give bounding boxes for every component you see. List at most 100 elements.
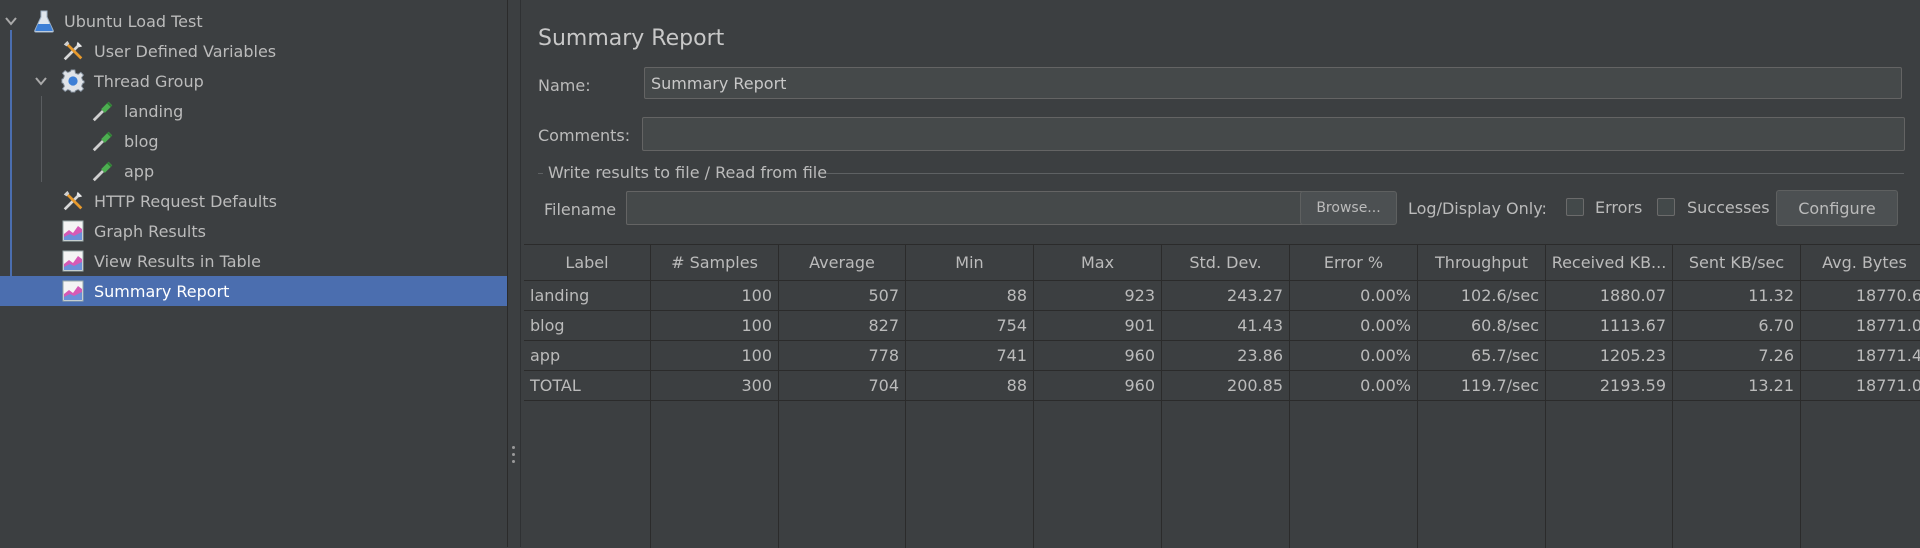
column-header-samples[interactable]: # Samples	[651, 245, 779, 281]
table-cell-avg-bytes: 18771.0	[1801, 371, 1920, 401]
tree-item-graph-results[interactable]: Graph Results	[0, 216, 507, 246]
table-cell-error-pct: 0.00%	[1290, 371, 1418, 401]
table-cell-throughput: 65.7/sec	[1418, 341, 1546, 371]
name-label: Name:	[538, 76, 591, 95]
tree-item-label: landing	[124, 101, 184, 121]
chart-icon	[61, 249, 85, 273]
name-field[interactable]	[644, 67, 1902, 99]
table-cell-error-pct: 0.00%	[1290, 341, 1418, 371]
summary-table: Label # Samples Average Min Max Std. Dev. Erro…	[524, 244, 1920, 548]
successes-checkbox[interactable]	[1657, 198, 1675, 216]
table-cell-max: 960	[1034, 341, 1162, 371]
log-display-only-label: Log/Display Only:	[1408, 199, 1547, 218]
table-cell-label: app	[524, 341, 651, 371]
column-header-error-pct[interactable]: Error %	[1290, 245, 1418, 281]
table-cell-received-kb: 1113.67	[1546, 311, 1673, 341]
table-cell-avg-bytes: 18771.4	[1801, 341, 1920, 371]
table-cell-min: 754	[906, 311, 1034, 341]
table-cell-samples: 100	[651, 341, 779, 371]
tree-item-user-defined-variables[interactable]: User Defined Variables	[0, 36, 507, 66]
tree-item-ubuntu-load-test[interactable]: Ubuntu Load Test	[0, 6, 507, 36]
column-header-average[interactable]: Average	[779, 245, 906, 281]
splitter-grip-dot	[512, 453, 515, 456]
table-cell-max: 901	[1034, 311, 1162, 341]
column-header-throughput[interactable]: Throughput	[1418, 245, 1546, 281]
column-header-received-kb[interactable]: Received KB...	[1546, 245, 1673, 281]
table-cell-sent-kb: 13.21	[1673, 371, 1801, 401]
errors-checkbox[interactable]	[1566, 198, 1584, 216]
chevron-down-icon[interactable]	[34, 74, 48, 88]
tree-item-label: Ubuntu Load Test	[64, 11, 203, 31]
table-cell-samples: 100	[651, 281, 779, 311]
column-header-max[interactable]: Max	[1034, 245, 1162, 281]
tree-item-label: HTTP Request Defaults	[94, 191, 277, 211]
table-cell-received-kb: 2193.59	[1546, 371, 1673, 401]
table-cell-label: TOTAL	[524, 371, 651, 401]
table-cell-average: 704	[779, 371, 906, 401]
table-cell-std-dev: 23.86	[1162, 341, 1290, 371]
tree-item-summary-report[interactable]: Summary Report	[0, 276, 507, 306]
tree-item-label: Thread Group	[94, 71, 204, 91]
tree-item-label: Graph Results	[94, 221, 206, 241]
table-cell-sent-kb: 6.70	[1673, 311, 1801, 341]
table-cell-avg-bytes: 18770.6	[1801, 281, 1920, 311]
table-cell-sent-kb: 7.26	[1673, 341, 1801, 371]
chevron-down-icon[interactable]	[4, 14, 18, 28]
test-plan-tree: Ubuntu Load Test User Defined Variables	[0, 0, 508, 547]
wrench-screwdriver-icon	[61, 39, 85, 63]
tree-item-app[interactable]: app	[0, 156, 507, 186]
group-title: Write results to file / Read from file	[548, 163, 828, 182]
panel-splitter[interactable]	[508, 0, 520, 547]
pipette-icon	[91, 159, 115, 183]
table-cell-average: 778	[779, 341, 906, 371]
table-cell-received-kb: 1205.23	[1546, 341, 1673, 371]
table-cell-received-kb: 1880.07	[1546, 281, 1673, 311]
errors-label: Errors	[1595, 198, 1643, 217]
tree-item-label: User Defined Variables	[94, 41, 277, 61]
group-border	[538, 173, 543, 174]
tree-item-http-request-defaults[interactable]: HTTP Request Defaults	[0, 186, 507, 216]
page-title: Summary Report	[538, 26, 725, 51]
table-cell-max: 923	[1034, 281, 1162, 311]
table-cell-std-dev: 243.27	[1162, 281, 1290, 311]
wrench-screwdriver-icon	[61, 189, 85, 213]
tree-item-blog[interactable]: blog	[0, 126, 507, 156]
table-cell-min: 88	[906, 371, 1034, 401]
table-cell-std-dev: 200.85	[1162, 371, 1290, 401]
tree-item-landing[interactable]: landing	[0, 96, 507, 126]
successes-label: Successes	[1687, 198, 1770, 217]
table-cell-samples: 300	[651, 371, 779, 401]
table-cell-sent-kb: 11.32	[1673, 281, 1801, 311]
group-border	[826, 173, 1904, 174]
chart-icon	[61, 279, 85, 303]
tree-item-label: View Results in Table	[94, 251, 261, 271]
column-header-sent-kb[interactable]: Sent KB/sec	[1673, 245, 1801, 281]
column-header-min[interactable]: Min	[906, 245, 1034, 281]
column-header-avg-bytes[interactable]: Avg. Bytes	[1801, 245, 1920, 281]
table-cell-label: landing	[524, 281, 651, 311]
tree-item-label: blog	[124, 131, 159, 151]
chart-icon	[61, 219, 85, 243]
table-cell-std-dev: 41.43	[1162, 311, 1290, 341]
splitter-grip-dot	[512, 460, 515, 463]
filename-field[interactable]	[626, 191, 1306, 225]
flask-icon	[32, 9, 56, 33]
pipette-icon	[91, 99, 115, 123]
column-header-label[interactable]: Label	[524, 245, 651, 281]
browse-button[interactable]: Browse...	[1300, 191, 1397, 225]
table-cell-error-pct: 0.00%	[1290, 311, 1418, 341]
splitter-grip-dot	[512, 446, 515, 449]
tree-item-thread-group[interactable]: Thread Group	[0, 66, 507, 96]
table-cell-samples: 100	[651, 311, 779, 341]
comments-label: Comments:	[538, 126, 631, 145]
table-cell-throughput: 119.7/sec	[1418, 371, 1546, 401]
table-cell-average: 507	[779, 281, 906, 311]
summary-report-panel: Summary Report Name: Comments: Write res…	[520, 0, 1920, 548]
table-cell-avg-bytes: 18771.0	[1801, 311, 1920, 341]
tree-item-view-results-in-table[interactable]: View Results in Table	[0, 246, 507, 276]
comments-field[interactable]	[642, 117, 1905, 151]
column-header-std-dev[interactable]: Std. Dev.	[1162, 245, 1290, 281]
configure-button[interactable]: Configure	[1776, 190, 1898, 226]
gear-icon	[61, 69, 85, 93]
table-cell-max: 960	[1034, 371, 1162, 401]
